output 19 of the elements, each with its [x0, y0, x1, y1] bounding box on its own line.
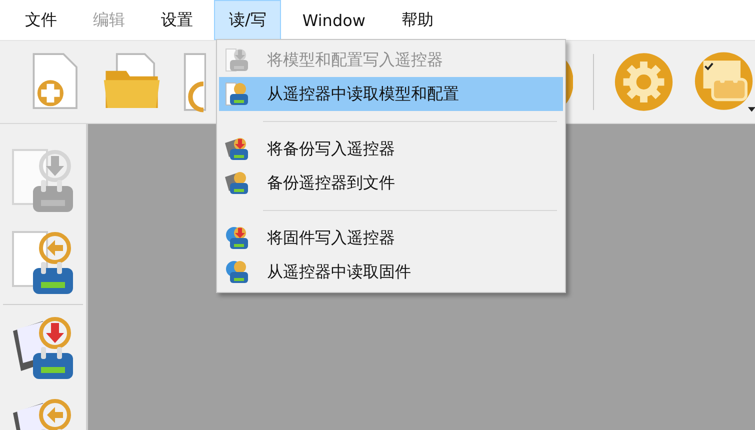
read-radio-icon[interactable]: [11, 228, 75, 296]
radio-transfer-icon: [225, 48, 249, 72]
radio-transfer-icon: [225, 171, 249, 195]
menu-title[interactable]: 读/写: [214, 0, 282, 40]
settings-icon[interactable]: [614, 50, 674, 114]
menu-title[interactable]: 帮助: [386, 0, 448, 40]
menu-title[interactable]: 设置: [146, 0, 208, 40]
radio-transfer-icon: [225, 137, 249, 161]
menu-item[interactable]: 将固件写入遥控器: [219, 221, 563, 255]
menu-title[interactable]: Window: [287, 0, 380, 40]
menu-item[interactable]: 从遥控器中读取模型和配置: [219, 77, 563, 111]
menu-item[interactable]: 从遥控器中读取固件: [219, 255, 563, 289]
document-icon[interactable]: [183, 50, 206, 114]
radio-transfer-icon: [225, 226, 249, 250]
radio-transfer-icon: [225, 260, 249, 284]
radio-transfer-icon: [225, 82, 249, 106]
menu-item[interactable]: 备份遥控器到文件: [219, 166, 563, 200]
menu-item[interactable]: 将备份写入遥控器: [219, 132, 563, 166]
menu-title[interactable]: 文件: [10, 0, 72, 40]
